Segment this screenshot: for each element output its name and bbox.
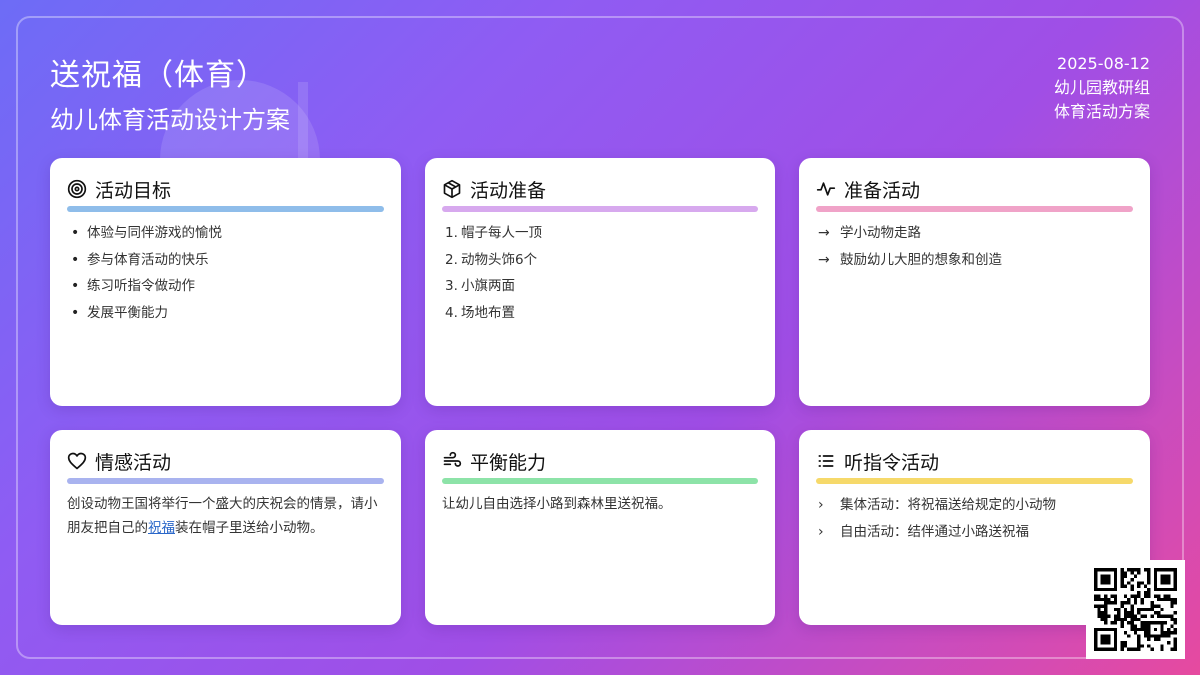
goals-list: 体验与同伴游戏的愉悦 参与体育活动的快乐 练习听指令做动作 发展平衡能力 bbox=[67, 220, 384, 326]
arrow-right-icon: → bbox=[818, 225, 830, 241]
card-title: 情感活动 bbox=[95, 451, 172, 474]
list-item: › 集体活动：将祝福送给规定的小动物 bbox=[816, 492, 1133, 519]
listen-list: › 集体活动：将祝福送给规定的小动物 › 自由活动：结伴通过小路送祝福 bbox=[816, 492, 1133, 545]
paragraph-text: 装在帽子里送给小动物。 bbox=[175, 520, 324, 536]
page-title: 送祝福（体育） bbox=[50, 58, 267, 93]
activity-icon bbox=[816, 182, 836, 196]
item-number: 2. bbox=[445, 251, 458, 268]
list-item: 练习听指令做动作 bbox=[71, 273, 384, 300]
card-accent-rule bbox=[67, 478, 384, 484]
wind-icon bbox=[443, 451, 462, 467]
page-meta: 2025-08-12 幼儿园教研组 体育活动方案 bbox=[1054, 52, 1150, 124]
card-accent-rule bbox=[442, 206, 758, 212]
card-balance: 平衡能力 让幼儿自由选择小路到森林里送祝福。 bbox=[425, 430, 775, 625]
card-title: 准备活动 bbox=[844, 179, 921, 202]
list-item: → 鼓励幼儿大胆的想象和创造 bbox=[816, 247, 1133, 274]
item-number: 1. bbox=[445, 225, 458, 241]
blessing-link[interactable]: 祝福 bbox=[148, 520, 175, 536]
card-title: 活动目标 bbox=[95, 179, 172, 202]
meta-type: 体育活动方案 bbox=[1053, 102, 1150, 121]
item-text: 动物头饰6个 bbox=[461, 251, 538, 268]
emotion-paragraph: 创设动物王国将举行一个盛大的庆祝会的情景，请小朋友把自己的祝福装在帽子里送给小动… bbox=[67, 492, 384, 540]
item-text: 帽子每人一顶 bbox=[461, 225, 542, 241]
card-warmup: 准备活动 → 学小动物走路 → 鼓励幼儿大胆的想象和创造 bbox=[799, 158, 1150, 406]
qr-code-icon bbox=[1094, 568, 1177, 651]
page-header: 送祝福（体育） 幼儿体育活动设计方案 bbox=[50, 50, 290, 135]
list-item: 1. 帽子每人一顶 bbox=[445, 220, 758, 247]
item-number: 4. bbox=[445, 304, 458, 321]
item-text: 学小动物走路 bbox=[840, 225, 921, 241]
list-item: › 自由活动：结伴通过小路送祝福 bbox=[816, 519, 1133, 546]
card-emotion: 情感活动 创设动物王国将举行一个盛大的庆祝会的情景，请小朋友把自己的祝福装在帽子… bbox=[50, 430, 401, 625]
card-accent-rule bbox=[442, 478, 758, 484]
list-icon bbox=[818, 455, 834, 467]
chevron-right-icon: › bbox=[818, 523, 824, 540]
arrow-right-icon: → bbox=[818, 251, 830, 268]
item-text: 集体活动：将祝福送给规定的小动物 bbox=[840, 497, 1056, 513]
card-title: 平衡能力 bbox=[470, 451, 547, 474]
heart-icon bbox=[67, 452, 87, 470]
card-accent-rule bbox=[816, 206, 1133, 212]
warmup-list: → 学小动物走路 → 鼓励幼儿大胆的想象和创造 bbox=[816, 220, 1133, 273]
card-title: 听指令活动 bbox=[844, 451, 940, 474]
qr-code bbox=[1086, 560, 1185, 659]
list-item: 参与体育活动的快乐 bbox=[71, 247, 384, 274]
card-accent-rule bbox=[816, 478, 1133, 484]
list-item: 3. 小旗两面 bbox=[445, 273, 758, 300]
meta-date: 2025-08-12 bbox=[1057, 54, 1150, 73]
list-item: 体验与同伴游戏的愉悦 bbox=[71, 220, 384, 247]
item-text: 自由活动：结伴通过小路送祝福 bbox=[840, 523, 1029, 540]
list-item: 2. 动物头饰6个 bbox=[445, 247, 758, 274]
card-title: 活动准备 bbox=[470, 179, 547, 202]
card-goals: 活动目标 体验与同伴游戏的愉悦 参与体育活动的快乐 练习听指令做动作 发展平衡能… bbox=[50, 158, 401, 406]
meta-group: 幼儿园教研组 bbox=[1053, 78, 1150, 97]
prep-list: 1. 帽子每人一顶 2. 动物头饰6个 3. 小旗两面 4. 场地布置 bbox=[442, 220, 758, 326]
item-text: 鼓励幼儿大胆的想象和创造 bbox=[840, 251, 1002, 268]
list-item: 4. 场地布置 bbox=[445, 300, 758, 327]
card-accent-rule bbox=[67, 206, 384, 212]
target-icon bbox=[67, 179, 87, 199]
card-prep: 活动准备 1. 帽子每人一顶 2. 动物头饰6个 3. 小旗两面 4. 场地布置 bbox=[425, 158, 775, 406]
item-text: 小旗两面 bbox=[461, 278, 515, 294]
page-subtitle: 幼儿体育活动设计方案 bbox=[50, 106, 290, 134]
item-text: 场地布置 bbox=[461, 304, 515, 321]
balance-paragraph: 让幼儿自由选择小路到森林里送祝福。 bbox=[442, 496, 672, 512]
list-item: 发展平衡能力 bbox=[71, 300, 384, 327]
box-icon bbox=[443, 179, 461, 199]
item-number: 3. bbox=[445, 278, 458, 294]
chevron-right-icon: › bbox=[818, 497, 824, 513]
list-item: → 学小动物走路 bbox=[816, 220, 1133, 247]
